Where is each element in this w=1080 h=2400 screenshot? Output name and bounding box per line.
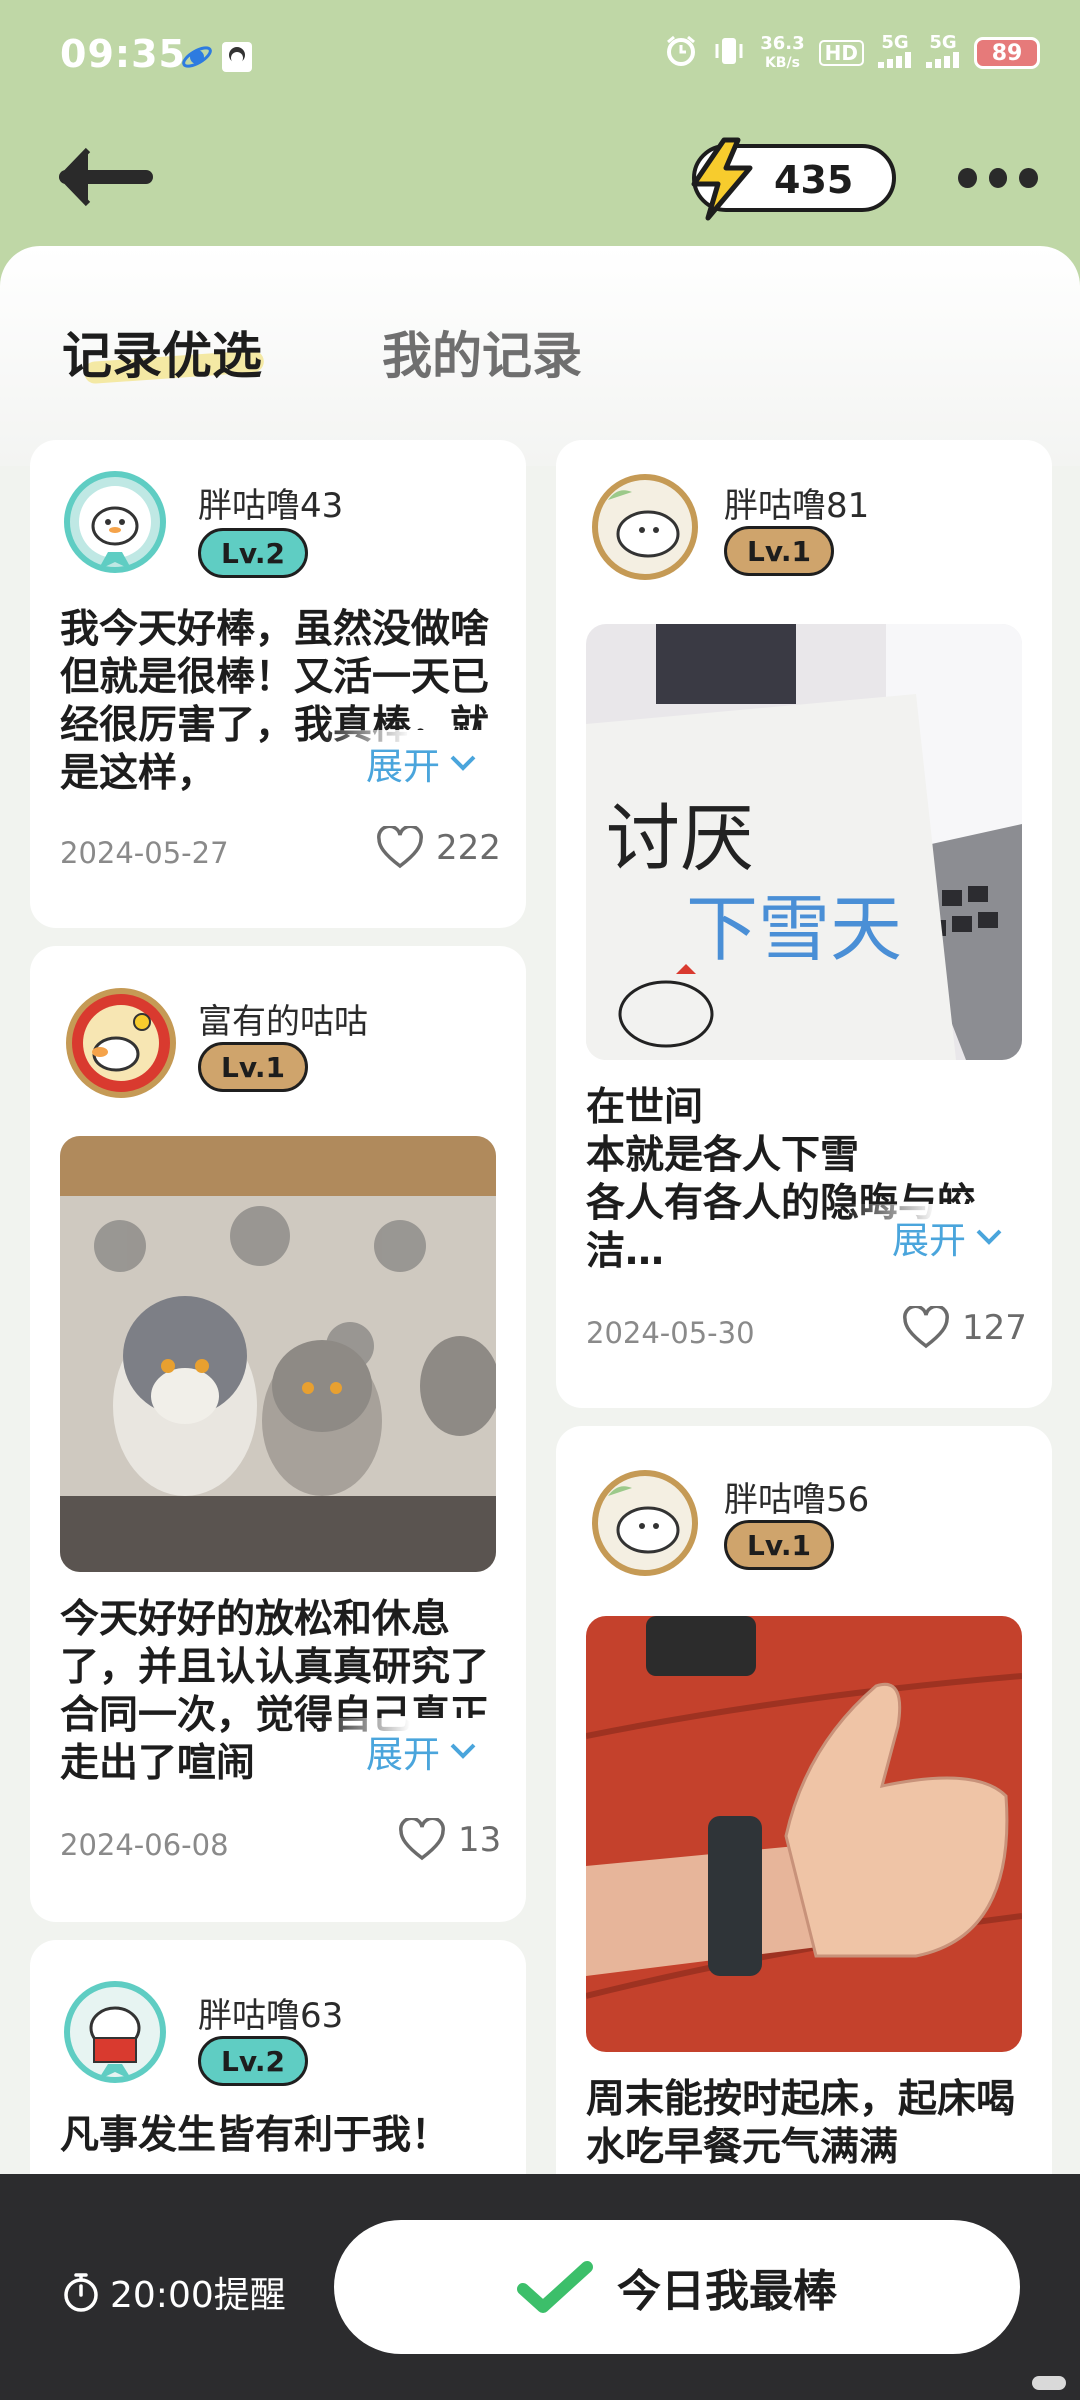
signal-bars-icon xyxy=(878,52,911,68)
username: 胖咕噜56 xyxy=(724,1480,870,1520)
more-dot-icon xyxy=(988,168,1008,188)
checkin-button[interactable]: 今日我最棒 xyxy=(334,2220,1020,2354)
alarm-icon xyxy=(664,34,698,72)
energy-value: 435 xyxy=(774,158,854,202)
like-button[interactable]: 127 xyxy=(902,1306,1027,1350)
post-date: 2024-05-27 xyxy=(60,836,229,870)
heart-icon xyxy=(399,1818,445,1861)
post-card[interactable]: 富有的咕咕 Lv.1 今天好好的放松和休息了，并且认认真真研究了合同一次，觉得自… xyxy=(30,946,526,1922)
photo-handwriting-2: 下雪天 xyxy=(686,887,902,971)
more-dot-icon xyxy=(958,168,977,188)
tab-featured-records[interactable]: 记录优选 xyxy=(62,316,262,388)
vibrate-icon xyxy=(712,34,746,72)
username: 胖咕噜81 xyxy=(724,486,870,526)
level-badge: Lv.1 xyxy=(724,526,834,576)
status-bar: 09:35 36.3 KB/s HD 5G 5G 89 xyxy=(0,0,1080,110)
stopwatch-icon xyxy=(64,2273,98,2312)
signal-5g-1: 5G xyxy=(878,34,912,72)
chevron-down-icon xyxy=(976,1229,1002,1245)
heart-icon xyxy=(377,826,423,869)
post-card[interactable]: 胖咕噜56 Lv.1 周末能按时起床，起床喝水吃早餐元气满满 xyxy=(556,1426,1052,2246)
user-avatar[interactable] xyxy=(588,470,702,584)
check-icon xyxy=(517,2261,593,2313)
avatar-badge-icon xyxy=(66,988,176,1098)
post-photo-notebook[interactable]: 讨厌 下雪天 xyxy=(586,624,1022,1060)
photo-handwriting-1: 讨厌 xyxy=(606,796,754,882)
post-date: 2024-06-08 xyxy=(60,1828,229,1862)
status-time: 09:35 xyxy=(60,32,186,76)
cats-photo-image xyxy=(60,1136,496,1572)
battery-indicator: 89 xyxy=(974,37,1040,69)
chevron-down-icon xyxy=(450,755,476,771)
expand-label: 展开 xyxy=(366,1733,440,1776)
hd-badge: HD xyxy=(818,40,864,66)
like-count: 127 xyxy=(962,1308,1027,1348)
signal1-label: 5G xyxy=(881,32,909,53)
lightning-bolt-icon xyxy=(691,137,753,221)
username: 胖咕噜43 xyxy=(198,486,344,526)
app-notification-icon xyxy=(180,40,214,82)
network-speed-unit: KB/s xyxy=(764,54,800,71)
corner-badge xyxy=(1032,2376,1066,2390)
level-badge: Lv.1 xyxy=(724,1520,834,1570)
level-badge: Lv.2 xyxy=(198,2036,308,2086)
network-speed-value: 36.3 xyxy=(760,32,805,54)
checkin-label: 今日我最棒 xyxy=(617,2266,837,2317)
expand-button[interactable]: 展开 xyxy=(366,736,478,790)
post-photo-cats[interactable] xyxy=(60,1136,496,1572)
more-options-button[interactable] xyxy=(958,160,1039,196)
heart-icon xyxy=(903,1306,949,1349)
like-button[interactable]: 13 xyxy=(398,1818,501,1862)
back-button[interactable] xyxy=(54,142,154,212)
avatar-badge-icon xyxy=(592,474,698,580)
level-badge: Lv.2 xyxy=(198,528,308,578)
signal2-label: 5G xyxy=(929,32,957,53)
tab-my-records[interactable]: 我的记录 xyxy=(382,316,582,388)
level-badge: Lv.1 xyxy=(198,1042,308,1092)
user-avatar[interactable] xyxy=(588,1466,702,1580)
app-avatar-notification-icon xyxy=(220,40,254,82)
user-avatar[interactable] xyxy=(58,1980,172,2094)
signal-bars-icon xyxy=(926,52,959,68)
expand-label: 展开 xyxy=(892,1219,966,1262)
expand-button[interactable]: 展开 xyxy=(366,1724,478,1778)
notebook-photo-image: 讨厌 下雪天 xyxy=(586,624,1022,1060)
username: 胖咕噜63 xyxy=(198,1996,344,2036)
like-count: 222 xyxy=(436,828,501,868)
signal-5g-2: 5G xyxy=(926,34,960,72)
post-card[interactable]: 胖咕噜81 Lv.1 讨厌 下雪天 在世间 本就是各人下雪 各人有各人的隐晦与皎… xyxy=(556,440,1052,1408)
post-text: 凡事发生皆有利于我！ xyxy=(60,2113,451,2158)
avatar-badge-icon xyxy=(592,1470,698,1576)
post-card[interactable]: 胖咕噜43 Lv.2 我今天好棒，虽然没做啥但就是很棒！又活一天已经很厉害了，我… xyxy=(30,440,526,928)
user-avatar[interactable] xyxy=(64,986,178,1100)
like-count: 13 xyxy=(458,1820,502,1860)
like-button[interactable]: 222 xyxy=(376,826,501,870)
reminder-button[interactable]: 20:00提醒 xyxy=(60,2266,286,2318)
post-photo-thumbs-up[interactable] xyxy=(586,1616,1022,2052)
expand-label: 展开 xyxy=(366,745,440,788)
username: 富有的咕咕 xyxy=(198,1002,368,1042)
post-text: 周末能按时起床，起床喝水吃早餐元气满满 xyxy=(586,2077,1016,2170)
thumbs-up-photo-image xyxy=(586,1616,1022,2052)
chevron-down-icon xyxy=(450,1743,476,1759)
reminder-label: 20:00提醒 xyxy=(110,2275,286,2316)
more-dot-icon xyxy=(1019,168,1039,188)
user-avatar[interactable] xyxy=(58,470,172,584)
avatar-badge-icon xyxy=(64,1981,166,2083)
expand-button[interactable]: 展开 xyxy=(892,1210,1004,1264)
network-speed: 36.3 KB/s xyxy=(760,32,805,72)
energy-counter[interactable]: 435 xyxy=(691,137,896,221)
back-arrow-icon xyxy=(59,147,153,207)
post-date: 2024-05-30 xyxy=(586,1316,755,1350)
avatar-badge-icon xyxy=(64,471,166,573)
